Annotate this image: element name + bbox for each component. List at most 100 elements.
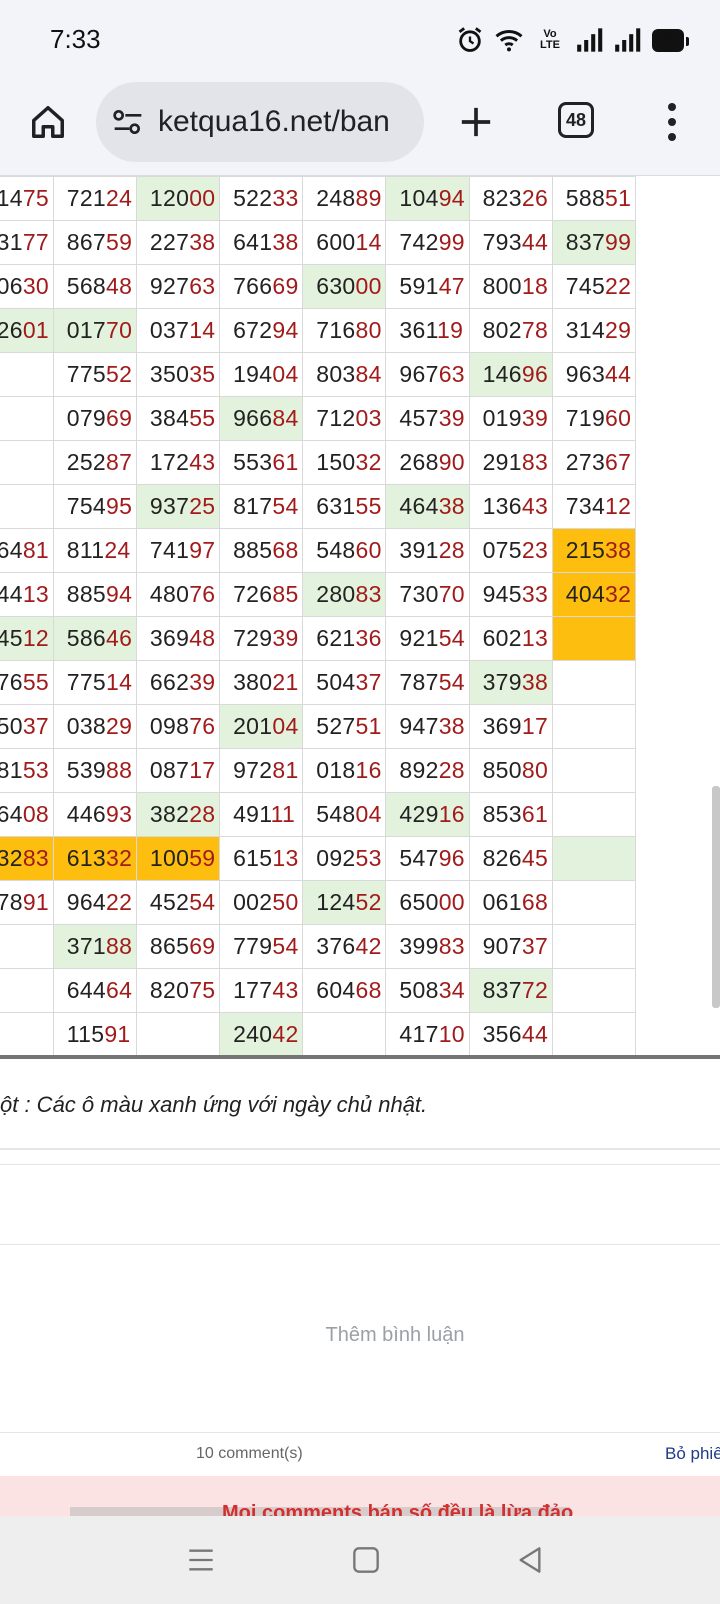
result-cell: 09253 bbox=[302, 836, 387, 881]
table-row: 407969384559668471203457390193971960 bbox=[0, 396, 637, 441]
number-prefix: 136 bbox=[482, 493, 522, 519]
result-cell: 72124 bbox=[52, 176, 137, 221]
number-prefix: 800 bbox=[482, 273, 522, 299]
number-suffix: 48 bbox=[106, 273, 133, 299]
result-cell: 83772 bbox=[468, 968, 553, 1013]
add-comment-input[interactable]: Thêm bình luận bbox=[0, 1324, 720, 1347]
table-note: ột : Các ô màu xanh ứng với ngày chủ nhậ… bbox=[0, 1092, 428, 1117]
number-suffix: 95 bbox=[106, 493, 133, 519]
result-cell: 55361 bbox=[219, 440, 304, 485]
number-prefix: 650 bbox=[0, 713, 23, 739]
number-suffix: 54 bbox=[272, 933, 299, 959]
number-prefix: 115 bbox=[66, 1021, 105, 1047]
number-prefix: 811 bbox=[66, 537, 105, 563]
result-cell: 09876 bbox=[135, 704, 221, 749]
alarm-icon bbox=[456, 26, 484, 54]
home-icon[interactable] bbox=[24, 98, 72, 146]
number-prefix: 240 bbox=[233, 1021, 273, 1047]
menu-nav-icon[interactable] bbox=[183, 1542, 219, 1578]
result-cell: 90630 bbox=[0, 264, 54, 309]
number-prefix: 384 bbox=[149, 405, 190, 431]
result-cell: 58646 bbox=[52, 616, 137, 661]
number-suffix: 54 bbox=[438, 625, 465, 651]
result-cell: 00250 bbox=[219, 880, 304, 925]
number-suffix: 01 bbox=[22, 317, 50, 343]
result-cell: 07523 bbox=[468, 528, 553, 573]
result-cell: 64464 bbox=[52, 968, 137, 1013]
table-row: 364512586463694872939621369215460213 bbox=[0, 616, 637, 661]
result-cell: 74197 bbox=[135, 528, 221, 573]
result-cell bbox=[0, 1012, 54, 1057]
number-prefix: 061 bbox=[482, 889, 522, 915]
number-prefix: 621 bbox=[316, 625, 356, 651]
table-row: 4814757212412000522332488910494823265885… bbox=[0, 176, 637, 221]
result-cell: 42916 bbox=[385, 792, 470, 837]
more-vert-icon[interactable] bbox=[656, 98, 688, 146]
number-prefix: 591 bbox=[399, 273, 439, 299]
result-cell: 82075 bbox=[135, 968, 221, 1013]
number-prefix: 864 bbox=[0, 801, 23, 827]
result-cell: 06168 bbox=[468, 880, 553, 925]
result-cell: 36119 bbox=[385, 308, 470, 353]
number-suffix: 52 bbox=[106, 361, 133, 387]
table-row: 125287172435536115032268902918327367 bbox=[0, 440, 637, 485]
number-suffix: 35 bbox=[189, 361, 216, 387]
result-cell: 67294 bbox=[219, 308, 304, 353]
number-suffix: 45 bbox=[521, 845, 549, 871]
number-suffix: 54 bbox=[189, 889, 216, 915]
number-suffix: 12 bbox=[22, 625, 50, 651]
result-cell bbox=[0, 440, 54, 485]
number-prefix: 641 bbox=[233, 229, 273, 255]
plus-icon[interactable] bbox=[452, 98, 500, 146]
number-suffix: 14 bbox=[355, 229, 382, 255]
divider bbox=[0, 1432, 720, 1433]
result-cell: 01770 bbox=[52, 308, 137, 353]
number-suffix: 97 bbox=[189, 537, 216, 563]
number-prefix: 429 bbox=[399, 801, 439, 827]
number-suffix: 22 bbox=[605, 273, 632, 299]
result-cell: 01939 bbox=[468, 396, 553, 441]
number-suffix: 93 bbox=[106, 801, 133, 827]
table-row: 3364818112474197885685486039128075232153… bbox=[0, 528, 637, 573]
result-cell: 71680 bbox=[302, 308, 387, 353]
table-row: 013283613321005961513092535479682645 bbox=[0, 836, 637, 881]
result-cell: 86408 bbox=[0, 792, 54, 837]
result-cell: 39983 bbox=[385, 924, 470, 969]
number-suffix: 83 bbox=[438, 933, 465, 959]
number-prefix: 457 bbox=[399, 405, 439, 431]
tune-icon[interactable] bbox=[112, 106, 144, 138]
address-bar[interactable]: ketqua16.net/ban bbox=[96, 82, 424, 162]
result-cell: 35035 bbox=[135, 352, 221, 397]
number-prefix: 716 bbox=[316, 317, 356, 343]
number-prefix: 356 bbox=[482, 1021, 522, 1047]
number-prefix: 775 bbox=[66, 361, 107, 387]
number-prefix: 491 bbox=[233, 801, 271, 827]
divider bbox=[0, 1164, 720, 1165]
number-suffix: 42 bbox=[355, 933, 382, 959]
result-cell: 40432 bbox=[551, 572, 637, 617]
number-prefix: 100 bbox=[149, 845, 190, 871]
number-prefix: 947 bbox=[399, 713, 439, 739]
ignore-link[interactable]: Bỏ phiếu bbox=[665, 1444, 720, 1464]
result-cell: 12452 bbox=[302, 880, 387, 925]
scrollbar[interactable] bbox=[712, 786, 720, 1008]
result-cell: 60468 bbox=[302, 968, 387, 1013]
result-cell: 27367 bbox=[551, 440, 637, 485]
back-nav-icon[interactable] bbox=[512, 1542, 548, 1578]
result-cell: 38228 bbox=[135, 792, 221, 837]
home-nav-icon[interactable] bbox=[348, 1542, 384, 1578]
number-prefix: 600 bbox=[316, 229, 356, 255]
number-prefix: 364 bbox=[0, 537, 23, 563]
tabs-icon[interactable]: 48 bbox=[558, 102, 594, 138]
result-cell: 80018 bbox=[468, 264, 553, 309]
number-suffix: 76 bbox=[189, 581, 216, 607]
number-suffix: 76 bbox=[189, 713, 216, 739]
number-prefix: 371 bbox=[66, 933, 107, 959]
url-text[interactable]: ketqua16.net/ban bbox=[158, 105, 390, 139]
number-suffix: 51 bbox=[355, 713, 382, 739]
result-cell: 39128 bbox=[385, 528, 470, 573]
number-prefix: 613 bbox=[66, 845, 107, 871]
number-prefix: 038 bbox=[66, 713, 107, 739]
number-prefix: 817 bbox=[233, 493, 273, 519]
result-cell: 96763 bbox=[385, 352, 470, 397]
